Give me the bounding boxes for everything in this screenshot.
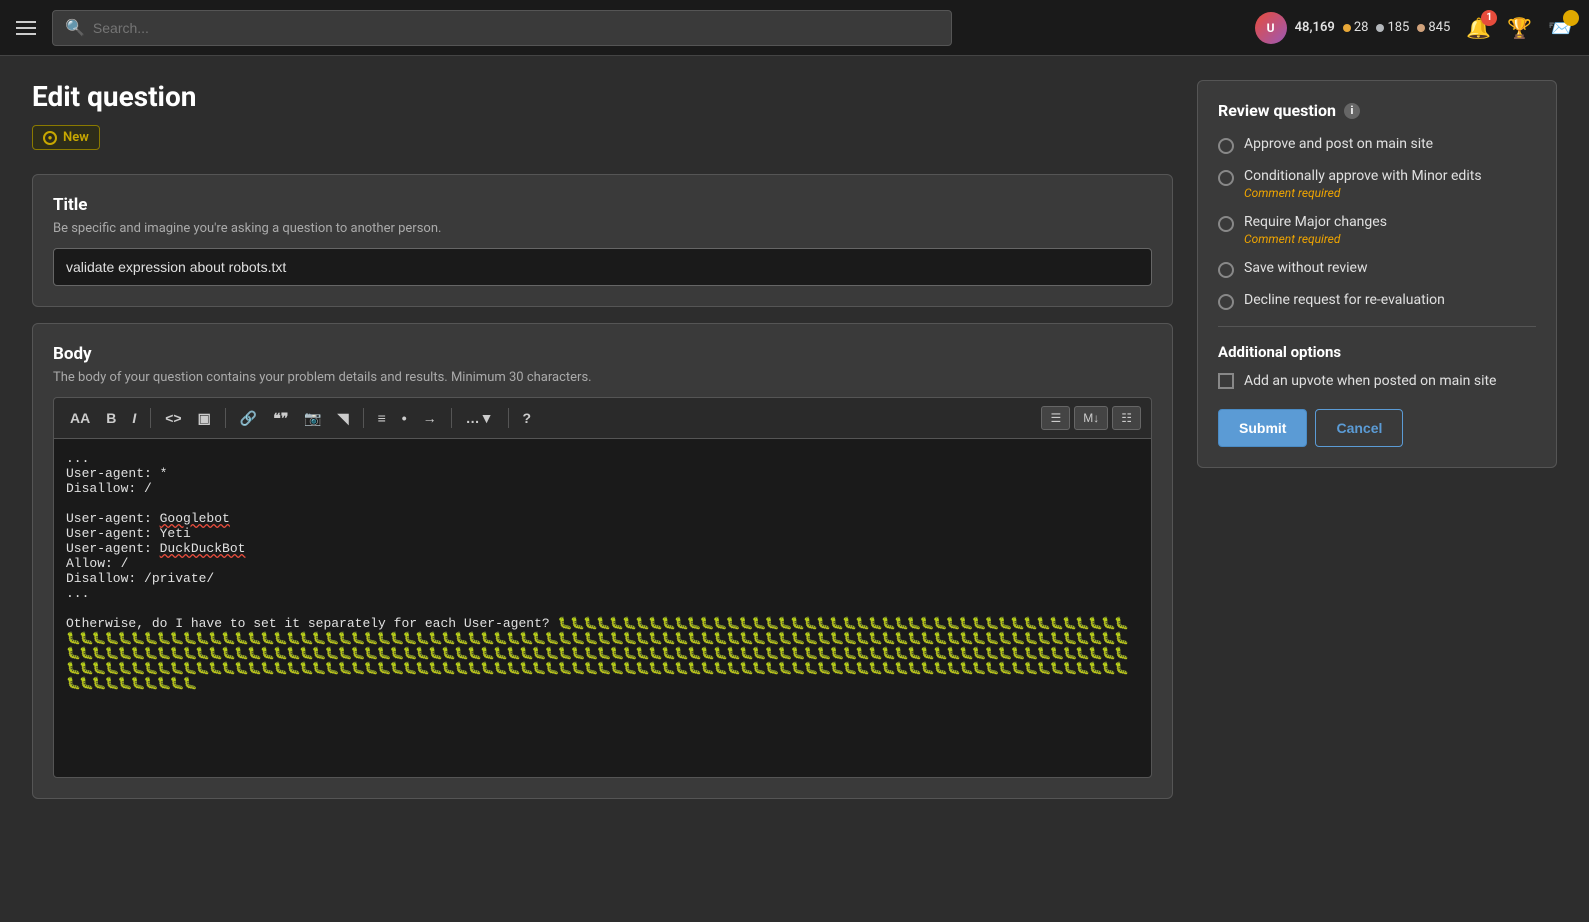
checkbox-upvote-label: Add an upvote when posted on main site bbox=[1244, 373, 1497, 389]
toolbar-font-size[interactable]: AA bbox=[64, 407, 96, 429]
title-section-label: Title bbox=[53, 195, 1152, 215]
new-badge-label: New bbox=[63, 130, 89, 145]
action-buttons: Submit Cancel bbox=[1218, 409, 1536, 447]
new-badge: ● New bbox=[32, 125, 100, 150]
toolbar-code-block[interactable]: ▣ bbox=[192, 407, 217, 429]
notification-badge: 1 bbox=[1481, 10, 1497, 26]
toolbar-unordered-list[interactable]: • bbox=[396, 407, 413, 429]
notifications-icon[interactable]: 🔔 1 bbox=[1466, 16, 1491, 40]
toolbar-code[interactable]: <> bbox=[159, 407, 187, 429]
review-card: Review question i Approve and post on ma… bbox=[1197, 80, 1557, 468]
review-divider bbox=[1218, 326, 1536, 327]
submit-button[interactable]: Submit bbox=[1218, 409, 1307, 447]
cancel-button[interactable]: Cancel bbox=[1315, 409, 1403, 447]
hamburger-menu[interactable] bbox=[16, 21, 36, 35]
additional-options-title: Additional options bbox=[1218, 343, 1536, 361]
option-label-text: Conditionally approve with Minor edits bbox=[1244, 168, 1482, 184]
toolbar-view-split[interactable]: ☰ bbox=[1041, 406, 1070, 430]
toolbar-view-markdown[interactable]: M↓ bbox=[1074, 406, 1108, 430]
review-option-conditional[interactable]: Conditionally approve with Minor edits C… bbox=[1218, 168, 1536, 200]
bronze-dot bbox=[1417, 24, 1425, 32]
toolbar-help[interactable]: ? bbox=[517, 407, 538, 429]
silver-dot bbox=[1376, 24, 1384, 32]
body-section-hint: The body of your question contains your … bbox=[53, 370, 1152, 385]
bronze-count: 845 bbox=[1428, 20, 1450, 35]
bronze-stat: 845 bbox=[1417, 20, 1450, 35]
toolbar-divider-3 bbox=[363, 408, 364, 428]
review-option-save-no-review-label: Save without review bbox=[1244, 260, 1367, 276]
new-badge-icon: ● bbox=[43, 131, 57, 145]
search-input[interactable] bbox=[93, 20, 939, 36]
option-subnote-conditional: Comment required bbox=[1244, 186, 1482, 200]
radio-approve[interactable] bbox=[1218, 138, 1234, 154]
reputation-count: 48,169 bbox=[1295, 20, 1335, 35]
user-info: U 48,169 28 185 845 bbox=[1255, 12, 1451, 44]
search-bar[interactable]: 🔍 bbox=[52, 10, 952, 46]
review-title: Review question i bbox=[1218, 101, 1536, 120]
toolbar-image[interactable]: 📷 bbox=[298, 407, 327, 429]
inbox-badge bbox=[1563, 10, 1579, 26]
review-option-approve[interactable]: Approve and post on main site bbox=[1218, 136, 1536, 154]
editor-content: ... User-agent: * Disallow: / User-agent… bbox=[66, 451, 1139, 691]
review-option-decline-label: Decline request for re-evaluation bbox=[1244, 292, 1445, 308]
toolbar-divider-1 bbox=[150, 408, 151, 428]
left-panel: Edit question ● New Title Be specific an… bbox=[32, 80, 1173, 815]
option-subnote-major: Comment required bbox=[1244, 232, 1387, 246]
toolbar-view-preview[interactable]: ☷ bbox=[1112, 406, 1141, 430]
title-section-hint: Be specific and imagine you're asking a … bbox=[53, 221, 1152, 236]
title-section: Title Be specific and imagine you're ask… bbox=[32, 174, 1173, 307]
avatar: U bbox=[1255, 12, 1287, 44]
toolbar-ordered-list[interactable]: ≡ bbox=[372, 407, 392, 429]
radio-conditional[interactable] bbox=[1218, 170, 1234, 186]
radio-save-no-review[interactable] bbox=[1218, 262, 1234, 278]
review-info-icon[interactable]: i bbox=[1344, 103, 1360, 119]
editor-toolbar: AA B I <> ▣ 🔗 ❝❞ 📷 ◥ ≡ • → …▼ bbox=[53, 397, 1152, 438]
right-panel: Review question i Approve and post on ma… bbox=[1197, 80, 1557, 815]
toolbar-right: ☰ M↓ ☷ bbox=[1041, 406, 1141, 430]
review-option-save-no-review[interactable]: Save without review bbox=[1218, 260, 1536, 278]
review-title-text: Review question bbox=[1218, 101, 1336, 120]
radio-major[interactable] bbox=[1218, 216, 1234, 232]
toolbar-italic[interactable]: I bbox=[126, 407, 142, 429]
silver-count: 185 bbox=[1387, 20, 1409, 35]
review-option-decline[interactable]: Decline request for re-evaluation bbox=[1218, 292, 1536, 310]
toolbar-indent[interactable]: → bbox=[417, 407, 443, 429]
main-content: Edit question ● New Title Be specific an… bbox=[0, 56, 1589, 839]
page-title: Edit question bbox=[32, 80, 1173, 113]
title-input[interactable] bbox=[53, 248, 1152, 286]
gold-stat: 28 bbox=[1343, 20, 1369, 35]
editor-area[interactable]: ... User-agent: * Disallow: / User-agent… bbox=[53, 438, 1152, 778]
toolbar-left: AA B I <> ▣ 🔗 ❝❞ 📷 ◥ ≡ • → …▼ bbox=[64, 407, 537, 429]
toolbar-quote[interactable]: ❝❞ bbox=[267, 407, 294, 429]
header-right: U 48,169 28 185 845 🔔 1 🏆 📨 bbox=[1255, 12, 1573, 44]
toolbar-divider-2 bbox=[225, 408, 226, 428]
review-option-conditional-label: Conditionally approve with Minor edits C… bbox=[1244, 168, 1482, 200]
radio-decline[interactable] bbox=[1218, 294, 1234, 310]
gold-dot bbox=[1343, 24, 1351, 32]
gold-count: 28 bbox=[1354, 20, 1369, 35]
trophy-icon[interactable]: 🏆 bbox=[1507, 16, 1532, 40]
silver-stat: 185 bbox=[1376, 20, 1409, 35]
body-section: Body The body of your question contains … bbox=[32, 323, 1173, 799]
toolbar-table[interactable]: ◥ bbox=[332, 407, 355, 429]
toolbar-bold[interactable]: B bbox=[100, 407, 122, 429]
header: 🔍 U 48,169 28 185 845 🔔 1 🏆 📨 bbox=[0, 0, 1589, 56]
option-label-text: Approve and post on main site bbox=[1244, 136, 1433, 152]
review-option-approve-label: Approve and post on main site bbox=[1244, 136, 1433, 152]
checkbox-option-upvote[interactable]: Add an upvote when posted on main site bbox=[1218, 373, 1536, 389]
review-option-major-label: Require Major changes Comment required bbox=[1244, 214, 1387, 246]
toolbar-link[interactable]: 🔗 bbox=[234, 407, 263, 429]
option-label-text: Require Major changes bbox=[1244, 214, 1387, 230]
toolbar-divider-5 bbox=[508, 408, 509, 428]
toolbar-divider-4 bbox=[451, 408, 452, 428]
checkbox-upvote[interactable] bbox=[1218, 373, 1234, 389]
search-icon: 🔍 bbox=[65, 18, 85, 37]
toolbar-more[interactable]: …▼ bbox=[460, 407, 500, 429]
review-option-major[interactable]: Require Major changes Comment required bbox=[1218, 214, 1536, 246]
inbox-icon[interactable]: 📨 bbox=[1548, 16, 1573, 40]
body-section-label: Body bbox=[53, 344, 1152, 364]
